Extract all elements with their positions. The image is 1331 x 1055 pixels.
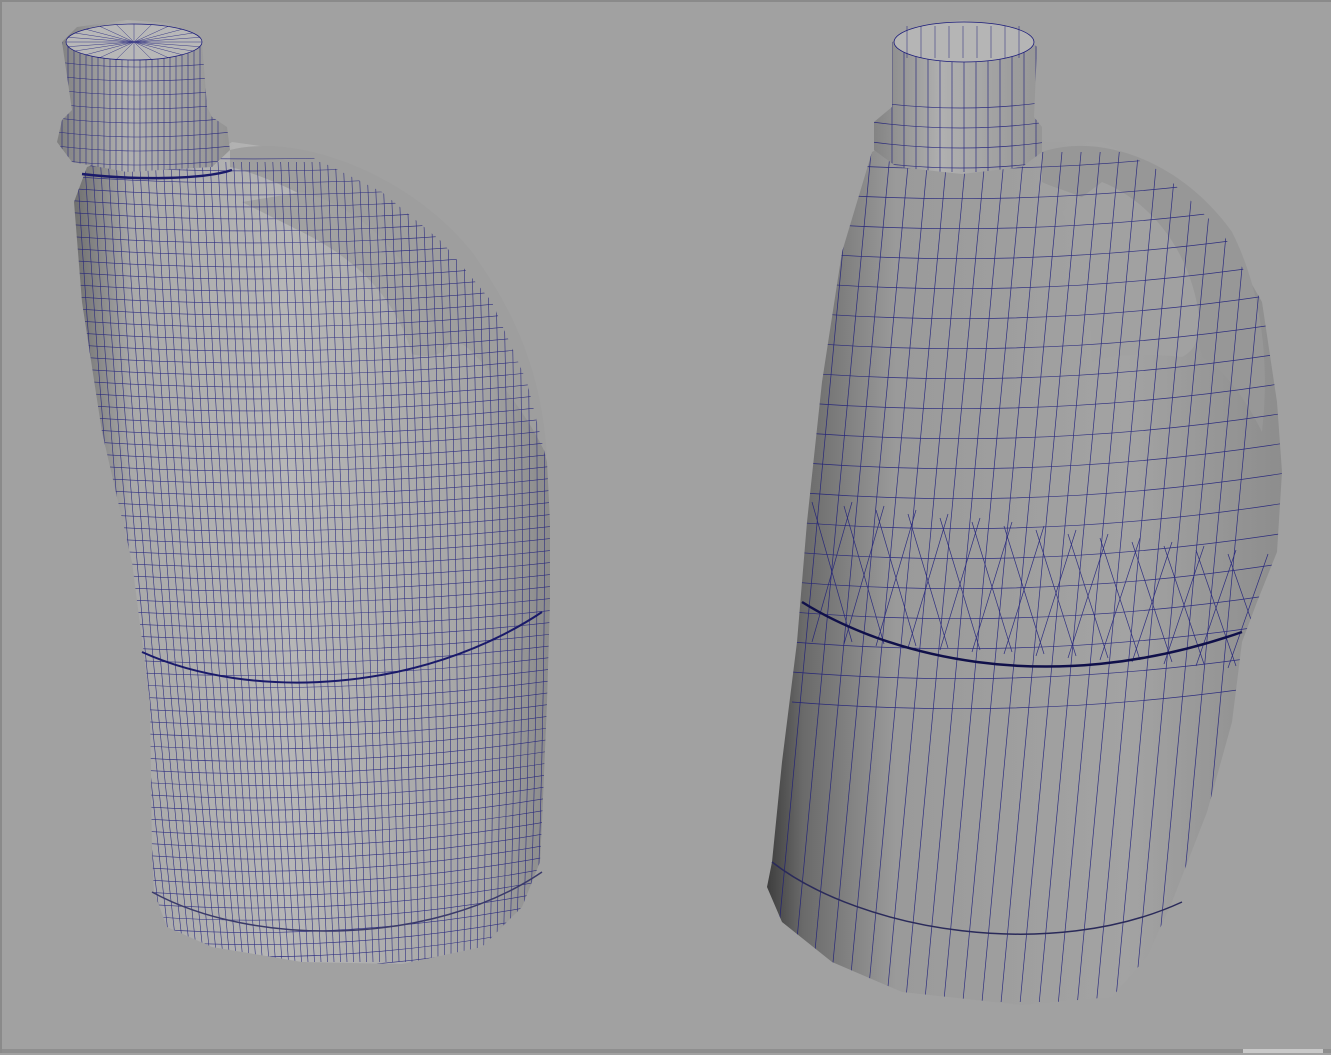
viewport-corner-indicator: [1243, 1049, 1323, 1053]
cap-top: [893, 21, 1035, 63]
viewport-canvas[interactable]: [2, 2, 1331, 1055]
3d-viewport[interactable]: [0, 0, 1331, 1053]
cap-top-wireframe: [66, 24, 202, 60]
bleach-bottle-low-poly[interactable]: [767, 12, 1292, 1005]
viewport-bottom-bar: [2, 1049, 1331, 1053]
bleach-bottle-high-poly[interactable]: [52, 12, 562, 1006]
